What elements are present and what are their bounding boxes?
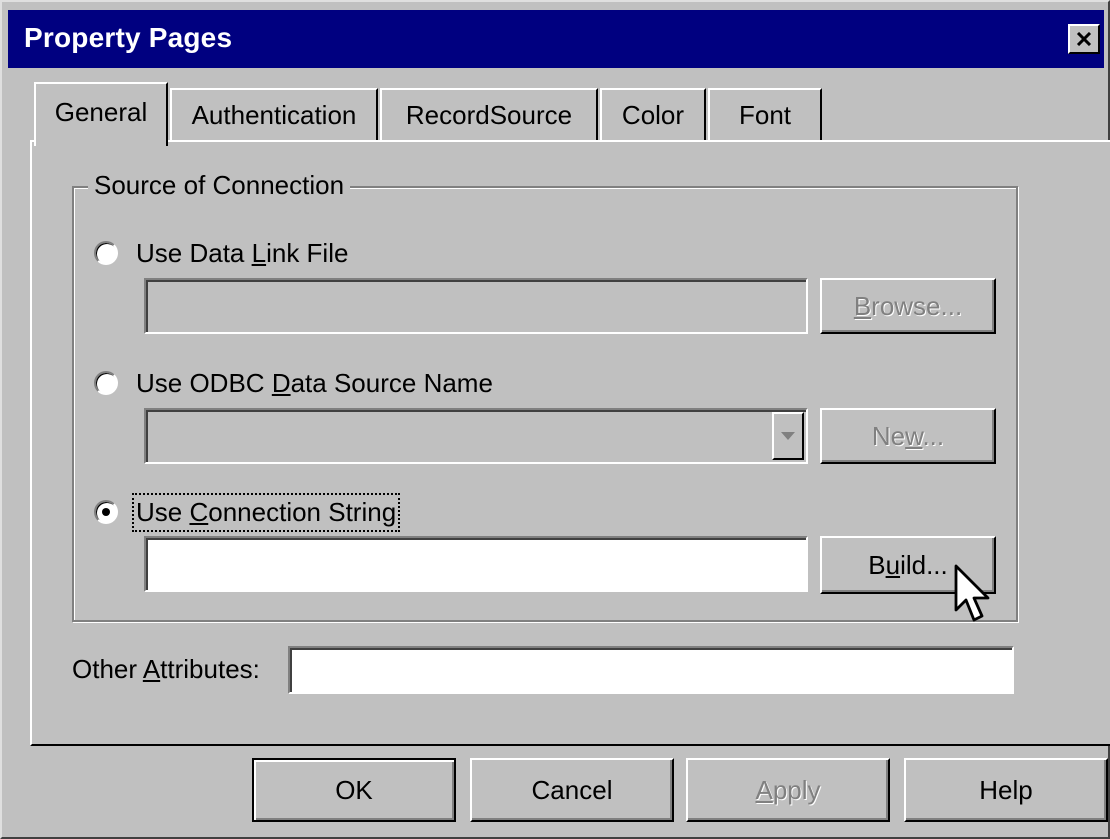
label-other-attributes: Other Attributes: bbox=[72, 654, 260, 684]
title-bar[interactable]: Property Pages bbox=[8, 10, 1104, 68]
chevron-down-icon bbox=[781, 432, 795, 440]
label-connection-string[interactable]: Use Connection String bbox=[131, 493, 401, 532]
tab-authentication[interactable]: Authentication bbox=[170, 88, 378, 140]
connection-string-field[interactable] bbox=[144, 536, 808, 592]
window-title: Property Pages bbox=[24, 22, 233, 53]
apply-button-label: Apply bbox=[755, 774, 821, 805]
new-button[interactable]: New... bbox=[820, 408, 996, 464]
browse-button[interactable]: Browse... bbox=[820, 278, 996, 334]
radio-connection-string[interactable] bbox=[94, 500, 118, 524]
apply-button[interactable]: Apply bbox=[686, 758, 890, 822]
tab-label: RecordSource bbox=[405, 99, 573, 130]
radio-data-link-file[interactable] bbox=[94, 241, 118, 265]
dropdown-button[interactable] bbox=[772, 412, 804, 460]
tab-general[interactable]: General bbox=[34, 82, 168, 146]
ok-button[interactable]: OK bbox=[252, 758, 456, 822]
ok-button-label: OK bbox=[335, 774, 373, 805]
tab-label: Authentication bbox=[191, 99, 357, 130]
new-button-label: New... bbox=[871, 420, 945, 451]
tab-color[interactable]: Color bbox=[600, 88, 706, 140]
property-pages-dialog: Property Pages General Authentication Re… bbox=[0, 0, 1110, 839]
odbc-dsn-select[interactable] bbox=[144, 408, 808, 464]
tab-recordsource[interactable]: RecordSource bbox=[380, 88, 598, 140]
cancel-button-label: Cancel bbox=[531, 774, 613, 805]
help-button[interactable]: Help bbox=[904, 758, 1108, 822]
tab-label: Color bbox=[621, 99, 685, 130]
build-button-label: Build... bbox=[868, 549, 948, 580]
close-button[interactable] bbox=[1068, 24, 1100, 54]
radio-selected-dot bbox=[102, 508, 110, 516]
browse-button-label: Browse... bbox=[853, 290, 963, 321]
tab-font[interactable]: Font bbox=[708, 88, 822, 140]
data-link-file-field[interactable] bbox=[144, 278, 808, 334]
tab-label: General bbox=[54, 96, 148, 127]
help-button-label: Help bbox=[979, 774, 1033, 805]
close-icon bbox=[1076, 32, 1092, 46]
radio-odbc-dsn[interactable] bbox=[94, 371, 118, 395]
label-odbc-dsn[interactable]: Use ODBC Data Source Name bbox=[136, 368, 493, 399]
label-data-link-file[interactable]: Use Data Link File bbox=[136, 238, 348, 269]
cancel-button[interactable]: Cancel bbox=[470, 758, 674, 822]
tab-label: Font bbox=[738, 99, 792, 130]
mouse-cursor-icon bbox=[954, 564, 990, 622]
group-label: Source of Connection bbox=[88, 170, 351, 201]
other-attributes-field[interactable] bbox=[288, 646, 1014, 694]
